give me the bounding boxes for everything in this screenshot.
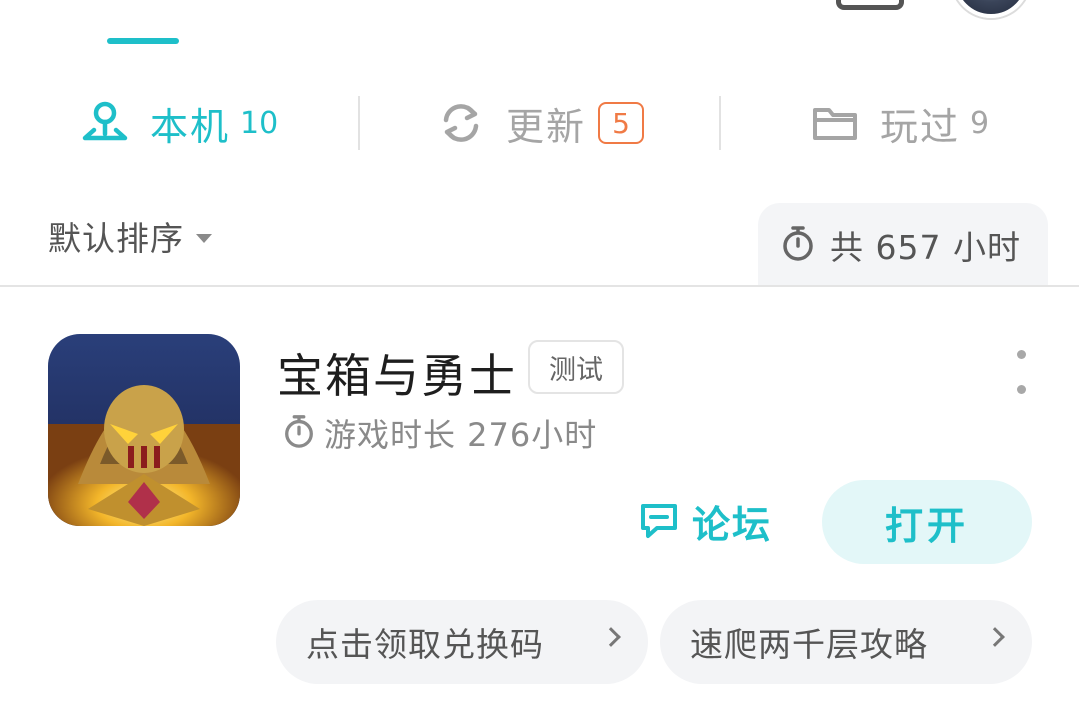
chevron-right-icon [601,627,621,647]
location-pin-icon [80,98,130,148]
tab-updates[interactable]: 更新 5 [436,86,645,160]
stopwatch-icon [780,224,816,266]
chip-label: 点击领取兑换码 [306,625,544,664]
test-tag: 测试 [528,340,624,394]
tab-updates-label: 更新 [506,104,587,149]
stopwatch-icon [282,413,316,453]
chat-bubble-icon [638,499,680,545]
dot [1016,385,1026,394]
tab-played[interactable]: 玩过 9 [810,86,989,160]
divider [358,96,360,150]
tab-played-label: 玩过 [880,104,961,149]
more-options-button[interactable] [1006,350,1036,394]
sort-label: 默认排序 [48,219,184,258]
sort-dropdown[interactable]: 默认排序 [48,212,212,260]
folder-icon [810,98,860,148]
forum-button[interactable]: 论坛 [638,494,772,549]
avatar[interactable] [952,0,1030,18]
play-time: 游戏时长 276小时 [282,410,597,456]
redeem-code-chip[interactable]: 点击领取兑换码 [276,600,648,684]
active-tab-indicator [107,38,179,44]
game-icon[interactable] [48,334,240,526]
game-title[interactable]: 宝箱与勇士 [277,340,517,406]
top-navigation [0,0,1079,60]
forum-label: 论坛 [692,503,773,547]
play-time-text: 游戏时长 276小时 [324,416,598,454]
guide-chip[interactable]: 速爬两千层攻略 [660,600,1032,684]
tab-played-count: 9 [970,105,990,141]
tab-local-count: 10 [240,105,279,141]
chip-label: 速爬两千层攻略 [690,625,928,664]
dot [1016,350,1026,359]
updates-count-badge: 5 [598,102,645,144]
total-playtime: 共 657 小时 [758,203,1048,287]
caret-down-icon [196,233,212,243]
tab-local[interactable]: 本机 10 [80,86,278,160]
chevron-right-icon [985,627,1005,647]
total-playtime-text: 共 657 小时 [830,228,1021,267]
divider [0,285,1079,287]
tab-local-label: 本机 [150,104,231,149]
open-button[interactable]: 打开 [822,480,1032,564]
refresh-icon [436,98,486,148]
message-icon[interactable] [836,0,904,10]
divider [719,96,721,150]
